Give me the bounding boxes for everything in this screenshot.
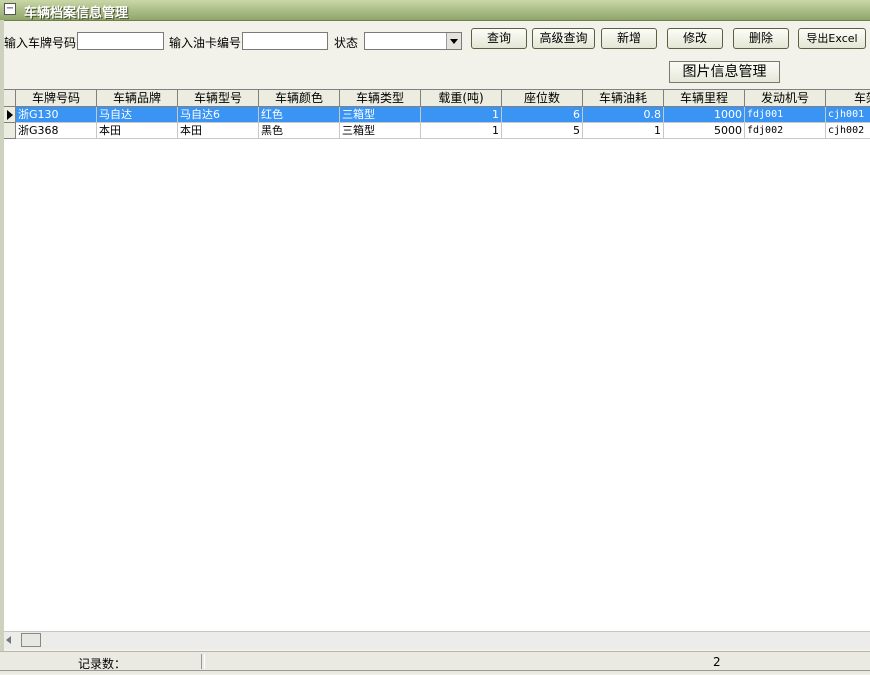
- advanced-query-button[interactable]: 高级查询: [532, 28, 595, 49]
- export-excel-button[interactable]: 导出Excel: [798, 28, 866, 49]
- status-divider: [201, 654, 205, 669]
- fuelcard-label: 输入油卡编号: [169, 36, 242, 50]
- record-count-value: 2: [713, 655, 721, 669]
- table-cell[interactable]: 6: [502, 107, 583, 123]
- status-label: 状态: [334, 36, 359, 50]
- table-cell[interactable]: 马自达6: [178, 107, 259, 123]
- column-header[interactable]: 车辆品牌: [97, 90, 178, 106]
- column-header[interactable]: 载重(吨): [421, 90, 502, 106]
- column-header[interactable]: 车架: [826, 90, 870, 106]
- table-cell[interactable]: 马自达: [97, 107, 178, 123]
- table-cell[interactable]: 红色: [259, 107, 340, 123]
- table-cell[interactable]: 0.8: [583, 107, 664, 123]
- delete-button[interactable]: 删除: [733, 28, 789, 49]
- plate-label: 输入车牌号码: [4, 36, 77, 50]
- table-cell[interactable]: fdj001: [745, 107, 826, 123]
- column-header[interactable]: 发动机号: [745, 90, 826, 106]
- window-title: 车辆档案信息管理: [24, 6, 129, 21]
- table-cell[interactable]: 本田: [97, 123, 178, 139]
- status-select[interactable]: [364, 32, 462, 50]
- table-header: 车牌号码 车辆品牌 车辆型号 车辆颜色 车辆类型 载重(吨) 座位数 车辆油耗 …: [4, 90, 870, 107]
- table-cell[interactable]: 1: [583, 123, 664, 139]
- table-cell[interactable]: 浙G368: [16, 123, 97, 139]
- table-cell[interactable]: 1000: [664, 107, 745, 123]
- scroll-thumb[interactable]: [21, 633, 41, 647]
- status-bar: 记录数： 2: [0, 651, 870, 674]
- table-cell[interactable]: 三箱型: [340, 123, 421, 139]
- table-row[interactable]: 浙G130 马自达 马自达6 红色 三箱型 1 6 0.8 1000 fdj00…: [4, 107, 870, 123]
- column-header[interactable]: 车辆油耗: [583, 90, 664, 106]
- column-header[interactable]: 座位数: [502, 90, 583, 106]
- table-row[interactable]: 浙G368 本田 本田 黑色 三箱型 1 5 1 5000 fdj002 cjh…: [4, 123, 870, 139]
- table-cell[interactable]: 5000: [664, 123, 745, 139]
- plate-input[interactable]: [77, 32, 164, 50]
- row-selector[interactable]: [4, 107, 16, 123]
- column-header[interactable]: 车辆型号: [178, 90, 259, 106]
- column-header[interactable]: 车辆类型: [340, 90, 421, 106]
- table-cell[interactable]: 5: [502, 123, 583, 139]
- window-menu-icon[interactable]: −: [4, 3, 16, 15]
- row-selector[interactable]: [4, 123, 16, 139]
- fuelcard-input[interactable]: [242, 32, 328, 50]
- add-button[interactable]: 新增: [601, 28, 657, 49]
- table-cell[interactable]: 黑色: [259, 123, 340, 139]
- chevron-down-icon[interactable]: [446, 33, 461, 49]
- table-cell[interactable]: cjh001: [826, 107, 870, 123]
- title-bar: − 车辆档案信息管理: [0, 0, 870, 21]
- table-cell[interactable]: 1: [421, 107, 502, 123]
- column-header[interactable]: 车辆里程: [664, 90, 745, 106]
- query-button[interactable]: 查询: [471, 28, 527, 49]
- table-cell[interactable]: fdj002: [745, 123, 826, 139]
- edit-button[interactable]: 修改: [667, 28, 723, 49]
- horizontal-scrollbar[interactable]: [4, 631, 870, 649]
- table-cell[interactable]: cjh002: [826, 123, 870, 139]
- row-pointer-icon: [7, 110, 13, 120]
- table-cell[interactable]: 1: [421, 123, 502, 139]
- column-header[interactable]: 车辆颜色: [259, 90, 340, 106]
- table-cell[interactable]: 浙G130: [16, 107, 97, 123]
- table-cell[interactable]: 本田: [178, 123, 259, 139]
- image-manage-button[interactable]: 图片信息管理: [669, 61, 780, 83]
- table-cell[interactable]: 三箱型: [340, 107, 421, 123]
- column-header[interactable]: 车牌号码: [16, 90, 97, 106]
- row-header-corner: [4, 90, 16, 106]
- vehicle-table: 车牌号码 车辆品牌 车辆型号 车辆颜色 车辆类型 载重(吨) 座位数 车辆油耗 …: [4, 89, 870, 632]
- scroll-left-icon[interactable]: [6, 636, 11, 644]
